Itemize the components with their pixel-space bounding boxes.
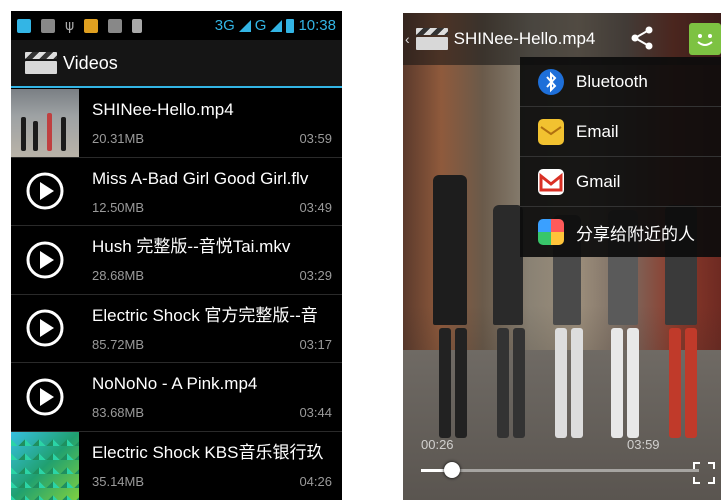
share-email[interactable]: Email — [520, 107, 721, 157]
video-row[interactable]: Electric Shock KBS音乐银行玖 35.14MB 04:26 — [11, 431, 342, 501]
elapsed-time: 00:26 — [421, 437, 454, 452]
mail-icon — [84, 18, 99, 33]
video-size: 35.14MB — [92, 474, 145, 490]
battery-icon — [286, 18, 295, 33]
signal-icon-2 — [270, 19, 283, 32]
video-duration: 04:26 — [299, 474, 332, 490]
video-size: 28.68MB — [92, 268, 145, 284]
video-list: SHINee-Hello.mp4 20.31MB 03:59 Miss A-Bad… — [11, 88, 342, 501]
seek-bar[interactable] — [421, 462, 699, 478]
video-title: Miss A-Bad Girl Good Girl.flv — [92, 168, 309, 188]
bluetooth-icon — [538, 68, 564, 95]
video-duration: 03:59 — [299, 131, 332, 147]
share-menu: Bluetooth Email Gmail 分享给附近的人 — [520, 57, 721, 257]
nearby-share-icon — [538, 219, 564, 245]
play-icon — [11, 157, 79, 225]
sd-card-icon — [132, 18, 143, 33]
video-duration: 03:44 — [299, 405, 332, 421]
share-icon[interactable] — [629, 25, 655, 51]
gmail-icon — [538, 168, 564, 195]
menu-item-label: Bluetooth — [576, 71, 648, 91]
video-title: Hush 完整版--音悦Tai.mkv — [92, 237, 291, 257]
video-duration: 03:17 — [299, 336, 332, 352]
menu-item-label: 分享给附近的人 — [576, 224, 695, 244]
video-player-screen: ‹ SHINee-Hello.mp4 Bluetooth Email Gmail — [403, 13, 721, 500]
clock: 10:38 — [298, 17, 336, 34]
status-bar: ψ 3G G 10:38 — [11, 11, 342, 40]
video-size: 20.31MB — [92, 131, 145, 147]
action-bar: Videos — [11, 40, 342, 88]
video-size: 85.72MB — [92, 336, 145, 352]
share-gmail[interactable]: Gmail — [520, 157, 721, 207]
screenshot-icon-2 — [108, 18, 123, 33]
video-row[interactable]: SHINee-Hello.mp4 20.31MB 03:59 — [11, 88, 342, 158]
menu-item-label: Gmail — [576, 171, 621, 191]
network-type-2: G — [254, 17, 267, 34]
screenshot-icon — [41, 18, 55, 33]
email-icon — [538, 118, 564, 145]
video-size: 12.50MB — [92, 199, 145, 215]
video-row[interactable]: Hush 完整版--音悦Tai.mkv 28.68MB 03:29 — [11, 226, 342, 295]
notification-icon — [17, 18, 31, 33]
video-duration: 03:49 — [299, 199, 332, 215]
message-app-icon[interactable] — [689, 23, 721, 55]
video-title: NoNoNo - A Pink.mp4 — [92, 374, 258, 394]
video-row[interactable]: Electric Shock 官方完整版--音 85.72MB 03:17 — [11, 294, 342, 363]
video-thumbnail — [11, 431, 79, 500]
clapperboard-icon — [25, 52, 57, 74]
video-thumbnail — [11, 88, 79, 157]
total-time: 03:59 — [627, 437, 660, 452]
back-chevron-icon[interactable]: ‹ — [405, 31, 410, 47]
video-row[interactable]: NoNoNo - A Pink.mp4 83.68MB 03:44 — [11, 363, 342, 432]
video-list-screen: ψ 3G G 10:38 Videos SHINee-Hello.mp4 20.… — [11, 11, 342, 500]
network-type: 3G — [214, 17, 235, 34]
seek-knob[interactable] — [443, 462, 460, 478]
signal-icon — [238, 19, 251, 32]
menu-item-label: Email — [576, 121, 619, 141]
video-title: Electric Shock KBS音乐银行玖 — [92, 443, 324, 463]
video-title: SHINee-Hello.mp4 — [92, 100, 234, 120]
video-title: Electric Shock 官方完整版--音 — [92, 305, 318, 325]
video-title: SHINee-Hello.mp4 — [453, 29, 596, 48]
fullscreen-icon[interactable] — [691, 460, 717, 486]
usb-icon: ψ — [65, 17, 75, 34]
status-right: 3G G 10:38 — [215, 17, 336, 34]
video-row[interactable]: Miss A-Bad Girl Good Girl.flv 12.50MB 03:… — [11, 157, 342, 226]
clapperboard-icon — [415, 28, 448, 50]
play-icon — [11, 226, 79, 294]
video-size: 83.68MB — [92, 405, 145, 421]
share-bluetooth[interactable]: Bluetooth — [520, 57, 721, 107]
play-icon — [11, 294, 79, 362]
video-duration: 03:29 — [299, 268, 332, 284]
share-nearby[interactable]: 分享给附近的人 — [520, 207, 721, 257]
page-title: Videos — [63, 52, 118, 73]
play-icon — [11, 363, 79, 431]
